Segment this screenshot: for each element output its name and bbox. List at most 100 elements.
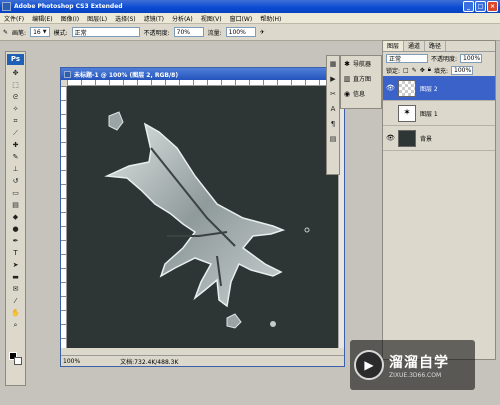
- layer-opacity-value: 100%: [463, 54, 481, 62]
- maximize-button[interactable]: □: [475, 1, 486, 12]
- mode-label: 模式:: [53, 29, 68, 37]
- document-title: 未标题-1 @ 100% (图层 2, RGB/8): [74, 71, 179, 79]
- menu-bar: 文件(F) 编辑(E) 图像(I) 图层(L) 选择(S) 滤镜(T) 分析(A…: [0, 13, 500, 24]
- history-panel-icon[interactable]: ▦: [327, 58, 339, 70]
- watermark-name: 溜溜自学: [389, 354, 449, 371]
- layer-thumbnail: [398, 129, 416, 147]
- brush-label: 画笔:: [12, 29, 27, 37]
- layer-opacity-input[interactable]: 100%: [460, 53, 483, 63]
- blur-tool-icon[interactable]: ◆: [7, 212, 24, 223]
- dodge-tool-icon[interactable]: ●: [7, 224, 24, 235]
- opacity-label: 不透明度:: [143, 29, 170, 37]
- move-tool-icon[interactable]: ✥: [7, 68, 24, 79]
- hand-tool-icon[interactable]: ✋: [7, 308, 24, 319]
- path-selection-icon[interactable]: ➤: [7, 260, 24, 271]
- document-size-info[interactable]: 文档:732.4K/488.3K: [120, 357, 178, 366]
- opacity-input[interactable]: 70%: [173, 27, 204, 37]
- lasso-tool-icon[interactable]: ᘓ: [7, 92, 24, 103]
- menu-select[interactable]: 选择(S): [115, 14, 136, 23]
- magic-wand-icon[interactable]: ✧: [7, 104, 24, 115]
- menu-file[interactable]: 文件(F): [4, 14, 24, 23]
- gradient-tool-icon[interactable]: ▤: [7, 200, 24, 211]
- actions-panel-icon[interactable]: ▶: [327, 73, 339, 85]
- document-title-bar[interactable]: 未标题-1 @ 100% (图层 2, RGB/8): [61, 68, 344, 80]
- layer-comps-icon[interactable]: ▤: [327, 133, 339, 145]
- tab-paths[interactable]: 路径: [425, 41, 447, 51]
- stroke-shape: [104, 122, 286, 308]
- healing-brush-icon[interactable]: ✚: [7, 140, 24, 151]
- fill-value: 100%: [454, 66, 472, 74]
- layer-row-layer-2[interactable]: 👁︎ 图层 2: [383, 76, 495, 101]
- shape-tool-icon[interactable]: ▬: [7, 272, 24, 283]
- marquee-tool-icon[interactable]: ⬚: [7, 80, 24, 91]
- menu-filter[interactable]: 滤镜(T): [144, 14, 164, 23]
- navigator-icon: ✱: [344, 59, 350, 68]
- lock-position-icon[interactable]: ✥: [420, 67, 425, 74]
- watermark-url: ZIXUE.3D66.COM: [389, 371, 442, 379]
- notes-tool-icon[interactable]: ✉: [7, 284, 24, 295]
- type-tool-icon[interactable]: T: [7, 248, 24, 259]
- histogram-label: 直方图: [353, 76, 372, 83]
- brush-tool-preset-icon[interactable]: ✎: [3, 29, 8, 36]
- lock-pixels-icon[interactable]: ✎: [412, 67, 417, 74]
- menu-edit[interactable]: 编辑(E): [32, 14, 52, 23]
- pen-tool-icon[interactable]: ✒: [7, 236, 24, 247]
- eye-icon[interactable]: 👁︎: [386, 134, 395, 142]
- menu-image[interactable]: 图像(I): [61, 14, 79, 23]
- brush-size-value: 16: [33, 28, 41, 36]
- blend-mode-select[interactable]: 正常: [386, 53, 428, 63]
- document-window: 未标题-1 @ 100% (图层 2, RGB/8) 100% 文档:732.4…: [60, 67, 345, 367]
- clone-stamp-icon[interactable]: ⊥: [7, 164, 24, 175]
- navigator-panel-group: ✱ 导航器 ▥ 直方图 ◉ 信息: [340, 55, 382, 109]
- tool-options-bar: ✎ 画笔: 16 ▼ 模式: 正常 不透明度: 70% 流量: 100% ✈: [0, 24, 500, 41]
- navigator-label: 导航器: [353, 61, 372, 68]
- tab-layers[interactable]: 图层: [383, 41, 405, 51]
- menu-analysis[interactable]: 分析(A): [172, 14, 193, 23]
- tool-presets-icon[interactable]: ✂: [327, 88, 339, 100]
- character-panel-icon[interactable]: A: [327, 103, 339, 115]
- paint-ring: [304, 227, 310, 233]
- mode-select[interactable]: 正常: [71, 27, 140, 37]
- menu-help[interactable]: 帮助(H): [260, 14, 281, 23]
- mode-value: 正常: [74, 29, 87, 37]
- minimize-button[interactable]: _: [463, 1, 474, 12]
- layer-thumbnail: [398, 79, 416, 97]
- layer-name: 图层 1: [420, 110, 438, 118]
- histogram-tab[interactable]: ▥ 直方图: [341, 71, 381, 86]
- histogram-icon: ▥: [343, 74, 351, 83]
- menu-layer[interactable]: 图层(L): [87, 14, 107, 23]
- eyedropper-icon[interactable]: ⁄: [7, 296, 24, 307]
- zoom-level[interactable]: 100%: [63, 358, 80, 365]
- lock-transparency-icon[interactable]: □: [403, 67, 409, 74]
- ps-logo: Ps: [7, 54, 24, 65]
- history-brush-icon[interactable]: ↺: [7, 176, 24, 187]
- menu-window[interactable]: 窗口(W): [230, 14, 253, 23]
- slice-tool-icon[interactable]: ⟋: [7, 128, 24, 139]
- airbrush-icon[interactable]: ✈: [260, 29, 265, 36]
- flow-input[interactable]: 100%: [225, 27, 256, 37]
- document-canvas[interactable]: [67, 86, 339, 348]
- collapsed-panel-dock: ▦ ▶ ✂ A ¶ ▤: [326, 55, 340, 175]
- eraser-tool-icon[interactable]: ▭: [7, 188, 24, 199]
- window-title-bar: Adobe Photoshop CS3 Extended _ □ ×: [0, 0, 500, 13]
- eye-icon[interactable]: 👁︎: [386, 84, 395, 92]
- menu-view[interactable]: 视图(V): [201, 14, 222, 23]
- close-button[interactable]: ×: [487, 1, 498, 12]
- info-tab[interactable]: ◉ 信息: [341, 86, 381, 101]
- window-title: Adobe Photoshop CS3 Extended: [14, 3, 123, 10]
- brush-size-picker[interactable]: 16 ▼: [30, 27, 50, 37]
- fill-input[interactable]: 100%: [451, 65, 473, 75]
- tab-channels[interactable]: 通道: [404, 41, 426, 51]
- layer-name: 背景: [420, 135, 433, 143]
- zoom-tool-icon[interactable]: ⌕: [7, 320, 24, 331]
- paragraph-panel-icon[interactable]: ¶: [327, 118, 339, 130]
- blend-mode-value: 正常: [389, 55, 402, 63]
- navigator-tab[interactable]: ✱ 导航器: [341, 56, 381, 71]
- background-color-swatch[interactable]: [14, 357, 22, 365]
- paint-dot: [270, 321, 276, 327]
- lock-all-icon[interactable]: 🔒︎: [428, 66, 431, 74]
- layer-row-layer-1[interactable]: ✶ 图层 1: [383, 101, 495, 126]
- layer-row-background[interactable]: 👁︎ 背景: [383, 126, 495, 151]
- crop-tool-icon[interactable]: ⌗: [7, 116, 24, 127]
- brush-tool-icon[interactable]: ✎: [7, 152, 24, 163]
